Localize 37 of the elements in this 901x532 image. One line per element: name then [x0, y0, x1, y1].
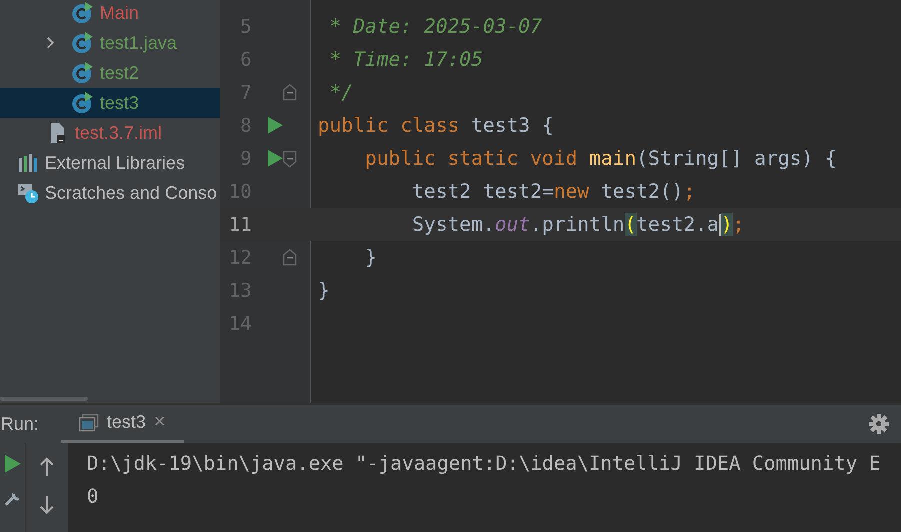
- close-icon[interactable]: ×: [154, 411, 166, 434]
- code-line: }: [318, 279, 330, 302]
- class-icon: [72, 2, 94, 24]
- up-arrow-icon[interactable]: [39, 457, 55, 477]
- wrench-icon[interactable]: [4, 491, 22, 509]
- code-line: test2 test2=new test2();: [411, 180, 696, 203]
- code-line: }: [364, 246, 377, 269]
- chevron-icon[interactable]: [46, 36, 56, 50]
- run-icon[interactable]: [268, 150, 283, 167]
- tree-item[interactable]: External Libraries: [0, 148, 220, 178]
- console-line: D:\jdk-19\bin\java.exe "-javaagent:D:\idea\IntelliJ IDEA Community E: [87, 452, 881, 475]
- fold-icon[interactable]: [283, 150, 297, 168]
- code-line: public class test3 {: [318, 114, 554, 137]
- console-line: 0: [87, 485, 99, 508]
- tree-item[interactable]: test1.java: [0, 28, 220, 58]
- line-number: 11: [228, 214, 252, 236]
- tree-item[interactable]: test.3.7.iml: [0, 118, 220, 148]
- code-line: * Time: 17:05: [328, 48, 484, 71]
- run-icon[interactable]: [4, 455, 20, 473]
- console-icon: [79, 414, 100, 432]
- class-icon: [72, 62, 94, 84]
- code-line: System.out.println(test2.a);: [411, 212, 745, 236]
- run-icon[interactable]: [268, 117, 283, 134]
- scratches-icon: [17, 182, 39, 204]
- class-icon: [72, 32, 94, 54]
- settings-icon[interactable]: [869, 414, 889, 434]
- run-label: Run:: [1, 414, 40, 434]
- tree-item[interactable]: test3: [0, 88, 220, 118]
- code-line: */: [328, 81, 354, 104]
- libraries-icon: [17, 152, 39, 174]
- tree-item[interactable]: Scratches and Conso: [0, 178, 220, 208]
- tree-item[interactable]: Main: [0, 0, 220, 28]
- tree-item[interactable]: test2: [0, 58, 220, 88]
- code-line: public static void main(String[] args) {: [364, 147, 838, 170]
- down-arrow-icon[interactable]: [39, 495, 55, 515]
- class-icon: [72, 92, 94, 114]
- code-line: * Date: 2025-03-07: [328, 15, 542, 38]
